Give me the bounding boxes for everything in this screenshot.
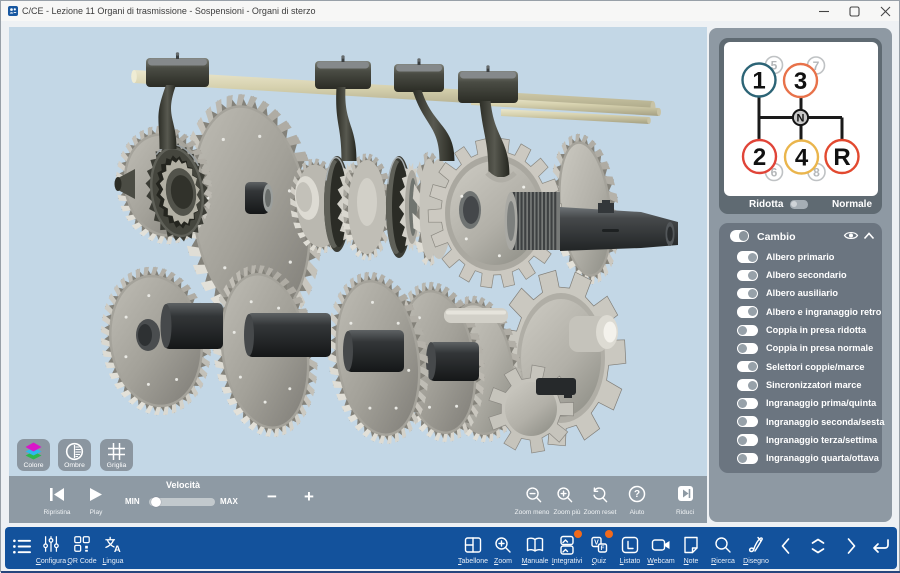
svg-text:4: 4 xyxy=(795,145,809,172)
svg-text:N: N xyxy=(797,112,805,124)
svg-text:1: 1 xyxy=(752,68,765,95)
svg-text:3: 3 xyxy=(794,68,807,95)
svg-text:F: F xyxy=(601,545,605,552)
svg-text:?: ? xyxy=(634,489,640,500)
svg-text:2: 2 xyxy=(753,144,766,171)
svg-text:R: R xyxy=(833,144,850,171)
svg-text:A: A xyxy=(114,544,121,554)
